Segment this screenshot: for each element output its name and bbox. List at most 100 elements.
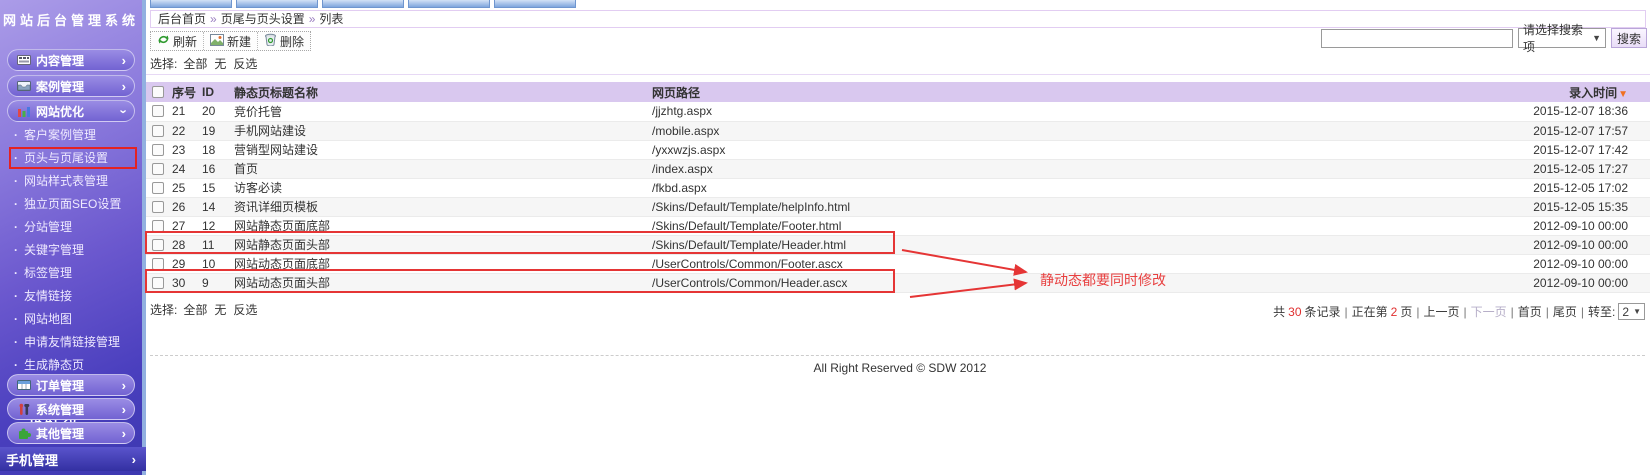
sidebar-item-seo[interactable]: 网站优化 ›	[7, 100, 135, 122]
sidebar-subitem[interactable]: 网站地图	[0, 308, 142, 331]
caret-down-icon: ▼	[1633, 307, 1641, 316]
select-invert-link[interactable]: 反选	[233, 57, 257, 71]
sidebar-subitem[interactable]: 独立页面SEO设置	[0, 193, 142, 216]
cell-title[interactable]: 网站动态页面头部	[232, 273, 650, 292]
sidebar-subitem[interactable]: 客户案例管理	[0, 124, 142, 147]
sidebar-item-label: 其他管理	[36, 425, 122, 442]
breadcrumb-section[interactable]: 页尾与页头设置	[221, 12, 305, 26]
select-bar-top: 选择: 全部无反选	[150, 55, 264, 72]
table-row: 2120竞价托管/jjzhtg.aspx2015-12-07 18:36	[146, 102, 1650, 121]
admin-screen: 网站后台管理系统 内容管理 › 案例管理 › 网站优化 › 客户案例管理 页头与…	[0, 0, 1650, 475]
cell-time: 2015-12-07 18:36	[1248, 102, 1650, 121]
sidebar-item-content[interactable]: 内容管理 ›	[7, 49, 135, 71]
row-checkbox[interactable]	[152, 201, 164, 213]
content-grid-icon	[16, 54, 31, 67]
cell-time: 2015-12-05 15:35	[1248, 197, 1650, 216]
row-checkbox[interactable]	[152, 277, 164, 289]
cell-path: /Skins/Default/Template/Header.html	[650, 235, 1248, 254]
cell-id: 18	[200, 140, 232, 159]
cell-title[interactable]: 手机网站建设	[232, 121, 650, 140]
cell-title[interactable]: 网站动态页面底部	[232, 254, 650, 273]
cell-title[interactable]: 首页	[232, 159, 650, 178]
chevron-right-icon: ›	[122, 427, 126, 440]
col-header-time[interactable]: 录入时间▼	[1248, 82, 1650, 102]
cell-path: /Skins/Default/Template/helpInfo.html	[650, 197, 1248, 216]
pager-separator: |	[1546, 305, 1549, 319]
select-none-link[interactable]: 无	[214, 57, 226, 71]
row-checkbox[interactable]	[152, 239, 164, 251]
create-button[interactable]: 新建	[204, 32, 258, 50]
row-checkbox[interactable]	[152, 163, 164, 175]
sidebar-item-cases[interactable]: 案例管理 ›	[7, 75, 135, 97]
col-header-index: 序号	[170, 82, 200, 102]
pager-separator: |	[1416, 305, 1419, 319]
cell-time: 2012-09-10 00:00	[1248, 273, 1650, 292]
sidebar-item-mobile[interactable]: 手机管理 ›	[0, 447, 146, 471]
cell-path: /Skins/Default/Template/Footer.html	[650, 216, 1248, 235]
cell-time: 2015-12-05 17:02	[1248, 178, 1650, 197]
table-row: 2416首页/index.aspx2015-12-05 17:27	[146, 159, 1650, 178]
cell-path: /mobile.aspx	[650, 121, 1248, 140]
search-field-select-value: 请选择搜索项	[1523, 21, 1592, 55]
search-field-select[interactable]: 请选择搜索项 ▼	[1518, 28, 1606, 48]
current-suffix: 页	[1400, 303, 1412, 320]
select-invert-link[interactable]: 反选	[233, 303, 257, 317]
sidebar-subitem[interactable]: 关键字管理	[0, 239, 142, 262]
select-all-checkbox[interactable]	[152, 86, 164, 98]
col-header-title: 静态页标题名称	[232, 82, 650, 102]
tab-strip-segment	[150, 0, 232, 8]
pager-separator: |	[1581, 305, 1584, 319]
sidebar-subitem[interactable]: 分站管理	[0, 216, 142, 239]
refresh-button[interactable]: 刷新	[151, 32, 204, 50]
prev-page-link[interactable]: 上一页	[1423, 303, 1459, 320]
sidebar-item-system[interactable]: 系统管理 ›	[7, 398, 135, 420]
cell-time: 2015-12-05 17:27	[1248, 159, 1650, 178]
select-none-link[interactable]: 无	[214, 303, 226, 317]
row-checkbox[interactable]	[152, 182, 164, 194]
goto-page-select[interactable]: 2 ▼	[1618, 303, 1645, 320]
delete-label: 删除	[280, 33, 304, 50]
cell-title[interactable]: 访客必读	[232, 178, 650, 197]
table-header-row: 序号 ID 静态页标题名称 网页路径 录入时间▼	[146, 82, 1650, 102]
table-row: 2614资讯详细页模板/Skins/Default/Template/helpI…	[146, 197, 1650, 216]
chevron-right-icon: ›	[122, 54, 126, 67]
search-button[interactable]: 搜索	[1611, 28, 1647, 48]
delete-button[interactable]: 删除	[258, 32, 310, 50]
sidebar-item-label: 系统管理	[36, 401, 122, 418]
sidebar-subitem[interactable]: 网站样式表管理	[0, 170, 142, 193]
sidebar-item-label: 案例管理	[36, 78, 122, 95]
tools-icon	[16, 403, 31, 416]
cell-title[interactable]: 网站静态页面头部	[232, 235, 650, 254]
new-image-icon	[210, 34, 224, 49]
cell-title[interactable]: 资讯详细页模板	[232, 197, 650, 216]
cell-id: 19	[200, 121, 232, 140]
cell-title[interactable]: 竞价托管	[232, 102, 650, 121]
row-checkbox[interactable]	[152, 220, 164, 232]
total-count: 30	[1288, 305, 1301, 319]
col-header-id: ID	[200, 82, 232, 102]
row-checkbox[interactable]	[152, 125, 164, 137]
table-row: 2515访客必读/fkbd.aspx2015-12-05 17:02	[146, 178, 1650, 197]
row-checkbox[interactable]	[152, 105, 164, 117]
sidebar-subitem[interactable]: 友情链接	[0, 285, 142, 308]
select-label: 选择:	[150, 57, 177, 71]
select-all-link[interactable]: 全部	[183, 57, 207, 71]
sidebar-subitem-highlighted[interactable]: 页头与页尾设置	[0, 147, 142, 170]
first-page-link[interactable]: 首页	[1518, 303, 1542, 320]
cell-index: 28	[170, 235, 200, 254]
current-page: 2	[1391, 305, 1398, 319]
sidebar-subitem[interactable]: 标签管理	[0, 262, 142, 285]
bar-chart-icon	[16, 105, 31, 118]
sidebar-subitem[interactable]: 申请友情链接管理	[0, 331, 142, 354]
select-all-link[interactable]: 全部	[183, 303, 207, 317]
search-input[interactable]	[1321, 29, 1513, 48]
header-checkbox-cell	[146, 82, 170, 102]
cell-title[interactable]: 网站静态页面底部	[232, 216, 650, 235]
row-checkbox[interactable]	[152, 258, 164, 270]
cell-title[interactable]: 营销型网站建设	[232, 140, 650, 159]
sidebar-item-other[interactable]: 其他管理 ›	[7, 422, 135, 444]
breadcrumb-home[interactable]: 后台首页	[158, 12, 206, 26]
sidebar-item-orders[interactable]: 订单管理 ›	[7, 374, 135, 396]
last-page-link[interactable]: 尾页	[1553, 303, 1577, 320]
row-checkbox[interactable]	[152, 144, 164, 156]
